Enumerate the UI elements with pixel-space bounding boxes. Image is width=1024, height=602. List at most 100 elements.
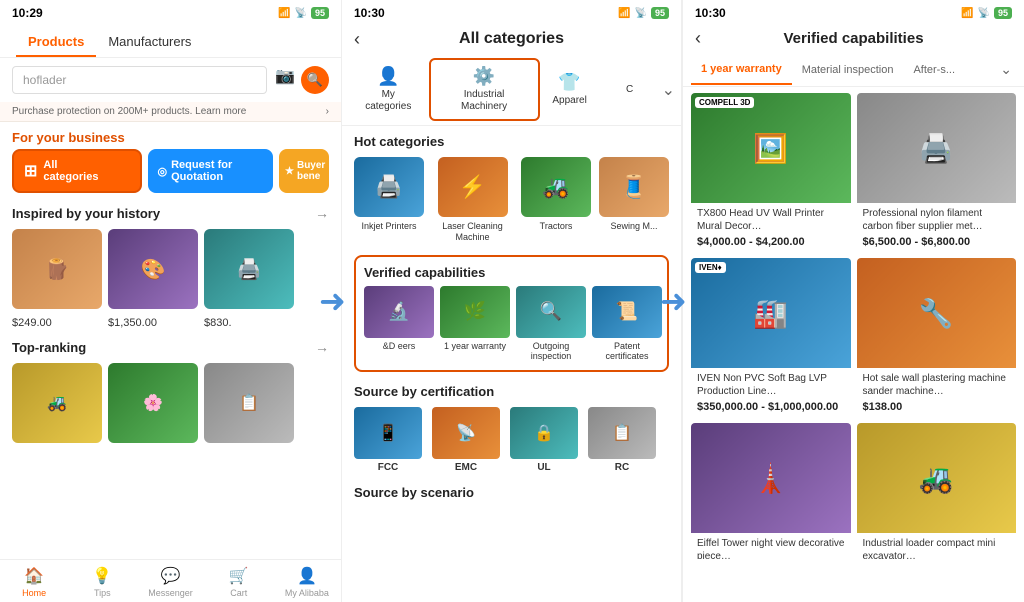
purchase-banner[interactable]: Purchase protection on 200M+ products. L… [0,102,341,122]
cat-industrial-machinery[interactable]: ⚙️ Industrial Machinery [429,58,540,121]
verified-capabilities-box: Verified capabilities 🔬 &D eers 🌿 1 year… [354,255,669,373]
arrow-right-icon-2: ➜ [660,282,687,320]
nav-home[interactable]: 🏠 Home [0,560,68,602]
tab-products[interactable]: Products [16,28,96,57]
verified-item-2[interactable]: 🔍 Outgoing inspection [516,286,586,363]
product-4[interactable]: 🗼 Eiffel Tower night view decorative pie… [691,423,851,559]
buyer-benefits-button[interactable]: ★ Buyerbene [279,149,329,193]
panel-1: 10:29 📶 📡 95 Products Manufacturers 📷 🔍 … [0,0,341,602]
hot-item-0[interactable]: 🖨️ Inkjet Printers [354,157,424,243]
cert-label-fcc: FCC [378,462,399,473]
search-button[interactable]: 🔍 [301,66,329,94]
product-img-0: COMPELL 3D 🖼️ [691,93,851,203]
hot-item-1[interactable]: ⚡ Laser Cleaning Machine [432,157,513,243]
tab-dropdown[interactable]: ⌄ [996,53,1016,86]
product-name-4: Eiffel Tower night view decorative piece… [697,537,845,559]
all-categories-button[interactable]: ⊞ Allcategories [12,149,142,193]
cert-label-rc: RC [615,462,629,473]
battery-icon-2: 95 [651,7,669,19]
ranking-title: Top-ranking [12,340,86,355]
bottom-nav: 🏠 Home 💡 Tips 💬 Messenger 🛒 Cart 👤 My Al… [0,559,341,602]
product-3[interactable]: 🔧 Hot sale wall plastering machine sande… [857,258,1017,417]
verified-item-0[interactable]: 🔬 &D eers [364,286,434,363]
product-0[interactable]: COMPELL 3D 🖼️ TX800 Head UV Wall Printer… [691,93,851,252]
signal-icon-3: 📶 [961,8,973,19]
nav-messenger-label: Messenger [148,588,193,598]
product-1[interactable]: 🖨️ Professional nylon filament carbon fi… [857,93,1017,252]
category-dropdown[interactable]: ⌄ [662,80,675,100]
history-arrow[interactable]: → [315,205,329,221]
ranking-images: 🚜 🌸 📋 [0,359,341,447]
ranking-header: Top-ranking → [0,335,341,359]
cart-icon: 🛒 [229,566,249,586]
verified-item-1[interactable]: 🌿 1 year warranty [440,286,510,363]
back-button-3[interactable]: ‹ [695,28,701,49]
camera-icon[interactable]: 📷 [275,66,295,94]
tab-1-year-warranty[interactable]: 1 year warranty [691,55,792,85]
verified-img-0: 🔬 [364,286,434,338]
nav-home-label: Home [22,588,46,598]
history-item-2[interactable]: 🖨️ [204,229,294,309]
search-input[interactable] [12,66,267,94]
search-icons: 📷 🔍 [275,66,329,94]
hot-label-3: Sewing M... [610,221,657,232]
status-bar-2: 10:30 📶 📡 95 [342,0,681,24]
history-img-0: 🪵 [12,229,102,309]
p2-title: All categories [459,30,564,48]
product-5[interactable]: 🚜 Industrial loader compact mini excavat… [857,423,1017,559]
industrial-label: Industrial Machinery [441,89,528,113]
hot-item-2[interactable]: 🚜 Tractors [521,157,591,243]
verified-label-1: 1 year warranty [444,341,506,352]
cat-apparel[interactable]: 👕 Apparel [540,66,600,113]
quotation-icon: ◎ [158,165,168,178]
history-prices: $249.00 $1,350.00 $830. [0,317,341,335]
cert-fcc[interactable]: 📱 FCC [354,407,422,473]
history-item-0[interactable]: 🪵 [12,229,102,309]
verified-item-3[interactable]: 📜 Patent certificates [592,286,662,363]
scenario-section-title: Source by scenario [342,477,681,504]
hot-img-2: 🚜 [521,157,591,217]
ranking-item-1[interactable]: 🌸 [108,363,198,443]
tab-manufacturers[interactable]: Manufacturers [96,28,203,57]
hot-grid: 🖨️ Inkjet Printers ⚡ Laser Cleaning Mach… [342,153,681,251]
nav-tips[interactable]: 💡 Tips [68,560,136,602]
signal-icon: 📶 [278,8,290,19]
nav-my-alibaba[interactable]: 👤 My Alibaba [273,560,341,602]
cat-my-categories[interactable]: 👤 My categories [348,60,429,119]
messenger-icon: 💬 [161,566,181,586]
battery-icon-3: 95 [994,7,1012,19]
ranking-item-0[interactable]: 🚜 [12,363,102,443]
product-2[interactable]: IVEN♦ 🏭 IVEN Non PVC Soft Bag LVP Produc… [691,258,851,417]
tab-after-sales[interactable]: After-s... [903,56,965,84]
hot-label-1: Laser Cleaning Machine [432,221,513,243]
product-img-5: 🚜 [857,423,1017,533]
cat-more[interactable]: C [600,78,660,102]
status-icons-3: 📶 📡 95 [961,7,1012,19]
ranking-item-2[interactable]: 📋 [204,363,294,443]
hot-img-1: ⚡ [438,157,508,217]
ranking-arrow[interactable]: → [315,339,329,355]
hot-item-3[interactable]: 🧵 Sewing M... [599,157,669,243]
history-item-1[interactable]: 🎨 [108,229,198,309]
product-name-3: Hot sale wall plastering machine sander … [863,372,1011,398]
request-quotation-button[interactable]: ◎ Request forQuotation [148,149,274,193]
panel-3: 10:30 📶 📡 95 ‹ Verified capabilities 1 y… [682,0,1024,602]
tips-icon: 💡 [92,566,112,586]
benefits-label: Buyerbene [297,160,325,182]
back-button-2[interactable]: ‹ [354,29,360,50]
wifi-icon: 📡 [295,8,307,19]
cert-ul[interactable]: 🔒 UL [510,407,578,473]
price-0: $249.00 [12,317,102,329]
nav-messenger[interactable]: 💬 Messenger [136,560,204,602]
nav-cart[interactable]: 🛒 Cart [205,560,273,602]
product-info-4: Eiffel Tower night view decorative piece… [691,533,851,559]
cert-grid: 📱 FCC 📡 EMC 🔒 UL 📋 RC [342,403,681,477]
wifi-icon-2: 📡 [635,8,647,19]
verified-label-0: &D eers [383,341,416,352]
verified-img-2: 🔍 [516,286,586,338]
cert-rc[interactable]: 📋 RC [588,407,656,473]
cert-label-emc: EMC [455,462,477,473]
tab-material-inspection[interactable]: Material inspection [792,56,904,84]
cert-emc[interactable]: 📡 EMC [432,407,500,473]
time-2: 10:30 [354,6,385,20]
